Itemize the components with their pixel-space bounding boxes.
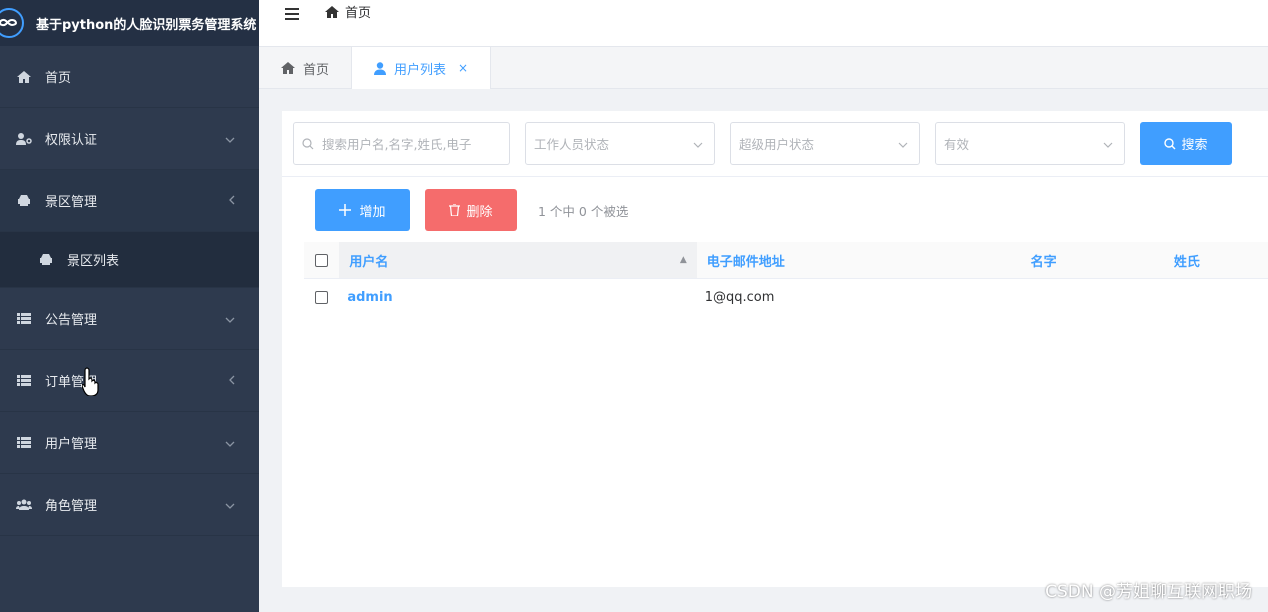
tab-home[interactable]: 首页 — [259, 47, 353, 89]
user-table: 用户名 ▲ 电子邮件地址 名字 姓氏 admin 1@qq.com — [304, 242, 1268, 316]
selection-counter: 1 个中 0 个被选 — [538, 203, 629, 219]
home-icon — [16, 70, 32, 84]
tab-label: 首页 — [303, 62, 330, 78]
sidebar-item-roles[interactable]: 角色管理 — [0, 474, 259, 536]
add-button-label: 增加 — [359, 204, 386, 220]
sidebar: 基于python的人脸识别票务管理系统 首页 权限认证 景区管理 景区列表 公告… — [0, 0, 259, 612]
sidebar-item-label: 景区管理 — [45, 195, 98, 210]
hamburger-menu-icon[interactable] — [285, 8, 299, 20]
home-icon — [281, 62, 295, 74]
column-header-label: 名字 — [1030, 254, 1057, 270]
plus-icon — [339, 204, 352, 216]
select-placeholder: 有效 — [944, 137, 970, 152]
row-checkbox[interactable] — [315, 291, 329, 304]
sidebar-item-scenic-list[interactable]: 景区列表 — [0, 232, 259, 288]
delete-button-label: 删除 — [466, 204, 493, 220]
user-icon — [374, 61, 387, 75]
infinity-logo-icon — [0, 8, 24, 38]
app-logo-bar: 基于python的人脸识别票务管理系统 — [0, 0, 259, 46]
list-icon — [16, 374, 32, 388]
row-checkbox-cell — [304, 291, 339, 304]
search-placeholder: 搜索用户名,名字,姓氏,电子 — [322, 137, 472, 152]
search-button[interactable]: 搜索 — [1140, 122, 1232, 165]
hand-cursor-icon — [82, 367, 99, 396]
search-button-label: 搜索 — [1181, 138, 1208, 153]
sidebar-item-notice[interactable]: 公告管理 — [0, 288, 259, 350]
car-icon — [16, 194, 32, 208]
sidebar-item-label: 用户管理 — [45, 437, 98, 452]
sidebar-item-orders[interactable]: 订单管理 — [0, 350, 259, 412]
app-title: 基于python的人脸识别票务管理系统 — [36, 17, 257, 33]
chevron-down-icon — [898, 136, 908, 151]
chevron-down-icon — [225, 132, 235, 146]
select-placeholder: 超级用户状态 — [739, 137, 815, 152]
tab-bar: 首页 用户列表 × — [259, 46, 1268, 89]
column-header-label: 姓氏 — [1173, 254, 1200, 270]
table-row: admin 1@qq.com — [304, 279, 1268, 316]
chevron-down-icon — [225, 436, 235, 450]
sidebar-item-users[interactable]: 用户管理 — [0, 412, 259, 474]
email-cell: 1@qq.com — [697, 290, 1031, 305]
column-header-label: 电子邮件地址 — [706, 254, 785, 270]
staff-status-select[interactable]: 工作人员状态 — [525, 122, 715, 165]
chevron-down-icon — [1103, 136, 1113, 151]
active-status-select[interactable]: 有效 — [935, 122, 1125, 165]
table-header: 用户名 ▲ 电子邮件地址 名字 姓氏 — [304, 242, 1268, 279]
column-username[interactable]: 用户名 ▲ — [339, 242, 697, 278]
breadcrumb-home[interactable]: 首页 — [345, 2, 371, 21]
trash-icon — [449, 204, 461, 216]
sidebar-item-label: 角色管理 — [45, 499, 98, 514]
list-icon — [16, 436, 32, 450]
email-value: 1@qq.com — [704, 290, 775, 305]
superuser-status-select[interactable]: 超级用户状态 — [730, 122, 920, 165]
sidebar-item-label: 公告管理 — [45, 313, 98, 328]
column-email[interactable]: 电子邮件地址 — [697, 251, 1031, 270]
username-link[interactable]: admin — [347, 290, 392, 305]
chevron-down-icon — [225, 312, 235, 326]
sidebar-item-label: 首页 — [45, 71, 72, 86]
column-header-label: 用户名 — [349, 254, 389, 270]
users-icon — [16, 498, 32, 512]
user-list-panel: 搜索用户名,名字,姓氏,电子 工作人员状态 超级用户状态 有效 搜索 增加 删除… — [282, 111, 1268, 587]
header-checkbox-cell — [304, 253, 339, 267]
watermark: CSDN @芳姐聊互联网职场 — [1045, 582, 1252, 602]
top-bar: 首页 — [259, 0, 1268, 46]
search-icon — [302, 137, 314, 149]
chevron-down-icon — [225, 498, 235, 512]
select-placeholder: 工作人员状态 — [534, 137, 610, 152]
select-all-checkbox[interactable] — [315, 253, 329, 267]
sidebar-item-label: 权限认证 — [45, 133, 98, 148]
close-icon[interactable]: × — [458, 61, 468, 75]
divider — [282, 176, 1268, 177]
sidebar-item-auth[interactable]: 权限认证 — [0, 108, 259, 170]
tab-label: 用户列表 — [394, 62, 447, 78]
search-icon — [1164, 137, 1176, 149]
search-input[interactable]: 搜索用户名,名字,姓氏,电子 — [293, 122, 510, 165]
home-icon — [325, 5, 339, 18]
delete-button[interactable]: 删除 — [425, 189, 517, 231]
breadcrumb: 首页 — [325, 2, 371, 21]
action-bar: 增加 删除 1 个中 0 个被选 — [315, 189, 628, 231]
add-button[interactable]: 增加 — [315, 189, 410, 231]
chevron-left-icon — [229, 194, 235, 208]
column-last-name[interactable]: 姓氏 — [1174, 251, 1268, 270]
tab-user-list[interactable]: 用户列表 × — [352, 47, 492, 89]
sort-asc-icon[interactable]: ▲ — [680, 255, 687, 265]
sidebar-item-scenic[interactable]: 景区管理 — [0, 170, 259, 232]
chevron-down-icon — [693, 136, 703, 151]
sidebar-item-home[interactable]: 首页 — [0, 46, 259, 108]
filter-bar: 搜索用户名,名字,姓氏,电子 工作人员状态 超级用户状态 有效 搜索 — [293, 122, 1232, 165]
chevron-left-icon — [229, 374, 235, 388]
username-cell: admin — [339, 279, 696, 316]
list-icon — [16, 312, 32, 326]
sidebar-item-label: 景区列表 — [67, 254, 120, 269]
car-icon — [38, 253, 54, 267]
column-first-name[interactable]: 名字 — [1031, 251, 1174, 270]
user-key-icon — [16, 132, 32, 146]
